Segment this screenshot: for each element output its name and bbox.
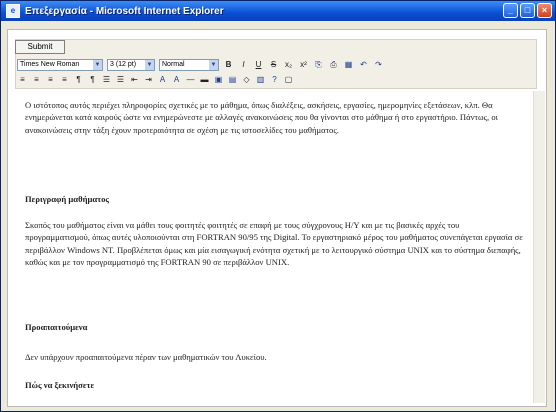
italic-button[interactable]: I — [238, 59, 249, 71]
font-size-select[interactable]: 3 (12 pt) ▼ — [107, 58, 155, 71]
vertical-scrollbar[interactable] — [533, 91, 545, 403]
help-icon[interactable]: ? — [269, 74, 280, 86]
intro-paragraph: Ο ιστότοπος αυτός περιέχει πληροφορίες σ… — [25, 100, 498, 135]
chevron-down-icon: ▼ — [145, 59, 154, 70]
unordered-list-icon[interactable]: ☰ — [115, 74, 126, 86]
html-source-icon[interactable]: ▥ — [255, 74, 266, 86]
link-icon[interactable]: ▬ — [199, 74, 210, 86]
rtl-icon[interactable]: ¶ — [87, 74, 98, 86]
format-select[interactable]: Normal ▼ — [159, 58, 219, 71]
ltr-icon[interactable]: ¶ — [73, 74, 84, 86]
subscript-button[interactable]: x₂ — [283, 59, 294, 71]
text-color-icon[interactable]: A — [157, 74, 168, 86]
align-left-icon[interactable]: ≡ — [17, 74, 28, 86]
font-family-value: Times New Roman — [20, 60, 80, 68]
insert-table-icon[interactable]: ▤ — [227, 74, 238, 86]
ordered-list-icon[interactable]: ☰ — [101, 74, 112, 86]
align-center-icon[interactable]: ≡ — [31, 74, 42, 86]
chevron-down-icon: ▼ — [93, 59, 102, 70]
getting-started-heading: Πώς να ξεκινήσετε — [25, 380, 95, 390]
strikethrough-button[interactable]: S — [268, 59, 279, 71]
indent-icon[interactable]: ⇥ — [143, 74, 154, 86]
format-value: Normal — [162, 60, 185, 68]
outdent-icon[interactable]: ⇤ — [129, 74, 140, 86]
fullscreen-icon[interactable]: ▢ — [283, 74, 294, 86]
editor-content[interactable]: Ο ιστότοπος αυτός περιέχει πληροφορίες σ… — [25, 99, 527, 399]
image-icon[interactable]: ▣ — [213, 74, 224, 86]
copy-icon[interactable]: ⎘ — [313, 59, 324, 71]
align-justify-icon[interactable]: ≡ — [59, 74, 70, 86]
table-icon[interactable]: ▦ — [343, 59, 354, 71]
highlight-color-icon[interactable]: A — [171, 74, 182, 86]
underline-button[interactable]: U — [253, 59, 264, 71]
title-bar[interactable]: e Επεξεργασία - Microsoft Internet Explo… — [1, 1, 555, 21]
bold-button[interactable]: B — [223, 59, 234, 71]
format-toolbar-row: Times New Roman ▼ 3 (12 pt) ▼ Normal ▼ B… — [17, 58, 384, 71]
font-family-select[interactable]: Times New Roman ▼ — [17, 58, 103, 71]
browser-window: e Επεξεργασία - Microsoft Internet Explo… — [0, 0, 556, 412]
horizontal-rule-icon[interactable]: — — [185, 74, 196, 86]
undo-icon[interactable]: ↶ — [358, 59, 369, 71]
submit-button[interactable]: Submit — [15, 40, 65, 54]
prerequisites-heading: Προαπαιτούμενα — [25, 322, 88, 332]
ie-logo-icon: e — [6, 4, 20, 18]
window-title: Επεξεργασία - Microsoft Internet Explore… — [25, 5, 224, 17]
font-size-value: 3 (12 pt) — [110, 60, 137, 68]
window-controls: _ □ × — [503, 3, 552, 18]
paragraph-toolbar-row: ≡ ≡ ≡ ≡ ¶ ¶ ☰ ☰ ⇤ ⇥ A A — ▬ ▣ ▤ ◇ ▥ ? ▢ — [17, 74, 294, 86]
course-description-heading: Περιγραφή μαθήματος — [25, 194, 110, 204]
align-right-icon[interactable]: ≡ — [45, 74, 56, 86]
maximize-button[interactable]: □ — [520, 3, 535, 18]
anchor-icon[interactable]: ◇ — [241, 74, 252, 86]
prerequisites-paragraph: Δεν υπάρχουν προαπαιτούμενα πέραν των μα… — [25, 352, 267, 362]
paste-icon[interactable]: ⎙ — [328, 59, 339, 71]
chevron-down-icon: ▼ — [209, 59, 218, 70]
superscript-button[interactable]: x² — [298, 59, 309, 71]
close-button[interactable]: × — [537, 3, 552, 18]
course-description-paragraph: Σκοπός του μαθήματος είναι να μάθει τους… — [25, 220, 523, 267]
redo-icon[interactable]: ↷ — [373, 59, 384, 71]
minimize-button[interactable]: _ — [503, 3, 518, 18]
